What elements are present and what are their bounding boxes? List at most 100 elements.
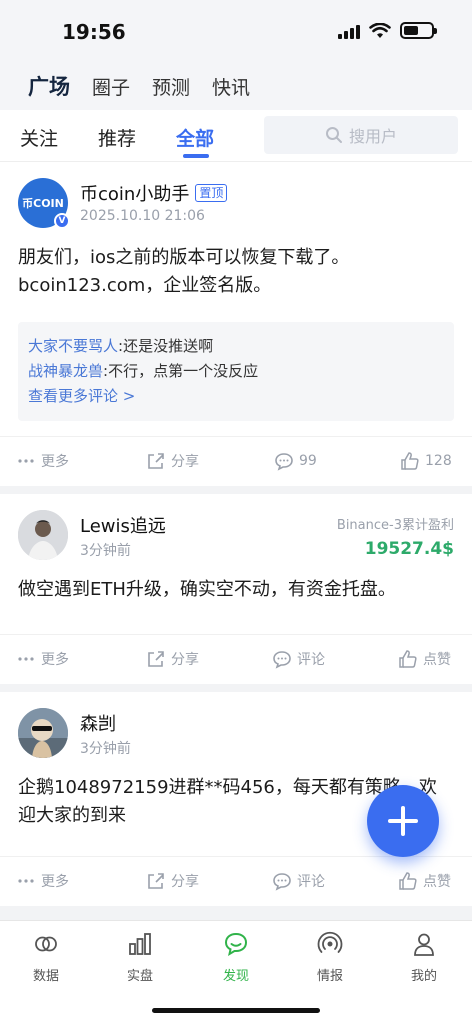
more-label: 更多: [41, 454, 69, 470]
share-label: 分享: [171, 874, 199, 890]
comment-label: 评论: [297, 874, 325, 890]
more-label: 更多: [41, 874, 69, 890]
action-bar: 更多 分享 评论 点赞: [0, 856, 472, 906]
comment-user[interactable]: 战神暴龙兽: [28, 362, 103, 380]
post-content[interactable]: 朋友们，ios之前的版本可以恢复下载了。bcoin123.com，企业签名版。: [18, 244, 454, 300]
status-time: 19:56: [62, 20, 126, 44]
new-post-button[interactable]: [367, 785, 439, 857]
discover-chat-icon: [224, 932, 248, 957]
share-icon: [148, 651, 164, 667]
nav-live-label: 实盘: [126, 969, 153, 984]
like-count: 128: [425, 453, 452, 469]
view-more-comments-link[interactable]: 查看更多评论 >: [28, 384, 444, 409]
pinned-badge: 置顶: [195, 184, 228, 202]
search-icon: [325, 127, 342, 143]
search-input[interactable]: 搜用户: [264, 116, 458, 154]
profile-icon: [414, 933, 434, 956]
tab-follow[interactable]: 关注: [20, 124, 58, 151]
more-dots-icon: [18, 459, 34, 463]
nav-me-label: 我的: [410, 969, 437, 984]
post-author[interactable]: Lewis追远: [80, 512, 166, 538]
plus-icon: [388, 806, 418, 836]
share-icon: [148, 873, 164, 889]
cellular-signal-icon: [338, 23, 360, 39]
like-label: 点赞: [423, 652, 451, 668]
comment-button[interactable]: 评论: [272, 649, 325, 669]
top-nav-news[interactable]: 快讯: [212, 73, 250, 100]
top-nav-circle[interactable]: 圈子: [92, 73, 130, 100]
tab-all[interactable]: 全部: [176, 124, 214, 151]
share-button[interactable]: 分享: [146, 451, 199, 471]
comment-text: :不行，点第一个没反应: [103, 362, 259, 380]
share-label: 分享: [171, 652, 199, 668]
comment-button[interactable]: 评论: [272, 871, 325, 891]
top-nav-predict[interactable]: 预测: [152, 73, 190, 100]
wifi-icon: [369, 22, 391, 38]
post-time: 3分钟前: [80, 543, 131, 559]
more-label: 更多: [41, 652, 69, 668]
active-tab-indicator: [183, 154, 209, 158]
like-label: 点赞: [423, 874, 451, 890]
top-nav: 广场 圈子 预测 快讯: [0, 62, 472, 110]
post-content[interactable]: 做空遇到ETH升级，确实空不动，有资金托盘。: [18, 576, 454, 604]
bar-chart-icon: [129, 933, 151, 955]
nav-live[interactable]: 实盘: [110, 931, 170, 984]
profit-label: Binance-3累计盈利: [336, 518, 454, 533]
comment-bubble-icon: [273, 651, 291, 669]
author-name: Lewis追远: [80, 516, 166, 537]
comment-user[interactable]: 大家不要骂人: [28, 337, 118, 355]
post-author[interactable]: 币coin小助手 置顶: [80, 180, 228, 206]
comment-bubble-icon: [273, 873, 291, 891]
nav-discover[interactable]: 发现: [206, 931, 266, 984]
avatar[interactable]: [18, 708, 68, 758]
more-dots-icon: [18, 879, 34, 883]
like-button[interactable]: 128: [400, 451, 452, 471]
comment-bubble-icon: [275, 453, 293, 471]
share-button[interactable]: 分享: [146, 871, 199, 891]
status-bar: 19:56: [0, 0, 472, 62]
more-button[interactable]: 更多: [16, 871, 69, 891]
avatar-logo-text: 币COIN: [22, 197, 64, 210]
author-name: 森剀: [80, 714, 116, 735]
post-time: 3分钟前: [80, 741, 131, 757]
nav-intel-label: 情报: [316, 969, 343, 984]
share-button[interactable]: 分享: [146, 649, 199, 669]
broadcast-icon: [317, 931, 343, 953]
profit-value: 19527.4$: [364, 539, 454, 559]
like-button[interactable]: 点赞: [398, 871, 451, 891]
nav-data[interactable]: 数据: [16, 931, 76, 984]
battery-icon: [400, 22, 437, 39]
author-name: 币coin小助手: [80, 184, 190, 205]
status-icons: [338, 22, 437, 39]
comment-item: 大家不要骂人:还是没推送啊: [28, 334, 444, 359]
comment-item: 战神暴龙兽:不行，点第一个没反应: [28, 359, 444, 384]
post-card[interactable]: Lewis追远 3分钟前 Binance-3累计盈利 19527.4$ 做空遇到…: [0, 494, 472, 684]
like-button[interactable]: 点赞: [398, 649, 451, 669]
search-placeholder: 搜用户: [348, 127, 397, 146]
nav-me[interactable]: 我的: [394, 931, 454, 984]
comment-button[interactable]: 99: [274, 451, 317, 471]
post-author[interactable]: 森剀: [80, 710, 116, 736]
tab-recommend[interactable]: 推荐: [98, 124, 136, 151]
user-photo: [18, 510, 68, 560]
post-card[interactable]: 币COIN V 币coin小助手 置顶 2025.10.10 21:06 朋友们…: [0, 162, 472, 486]
comment-count: 99: [299, 453, 317, 469]
more-button[interactable]: 更多: [16, 451, 69, 471]
action-bar: 更多 分享 99 128: [0, 436, 472, 486]
profit-stat[interactable]: Binance-3累计盈利 19527.4$: [337, 514, 454, 559]
action-bar: 更多 分享 评论 点赞: [0, 634, 472, 684]
comments-preview[interactable]: 大家不要骂人:还是没推送啊 战神暴龙兽:不行，点第一个没反应 查看更多评论 >: [18, 322, 454, 421]
data-icon: [35, 936, 57, 952]
avatar[interactable]: [18, 510, 68, 560]
comment-text: :还是没推送啊: [118, 337, 214, 355]
top-nav-plaza[interactable]: 广场: [28, 71, 70, 101]
share-icon: [148, 453, 164, 469]
thumbs-up-icon: [401, 452, 419, 470]
more-dots-icon: [18, 657, 34, 661]
thumbs-up-icon: [399, 872, 417, 890]
more-button[interactable]: 更多: [16, 649, 69, 669]
post-time: 2025.10.10 21:06: [80, 208, 205, 224]
comment-label: 评论: [297, 652, 325, 668]
share-label: 分享: [171, 454, 199, 470]
nav-intel[interactable]: 情报: [300, 931, 360, 984]
